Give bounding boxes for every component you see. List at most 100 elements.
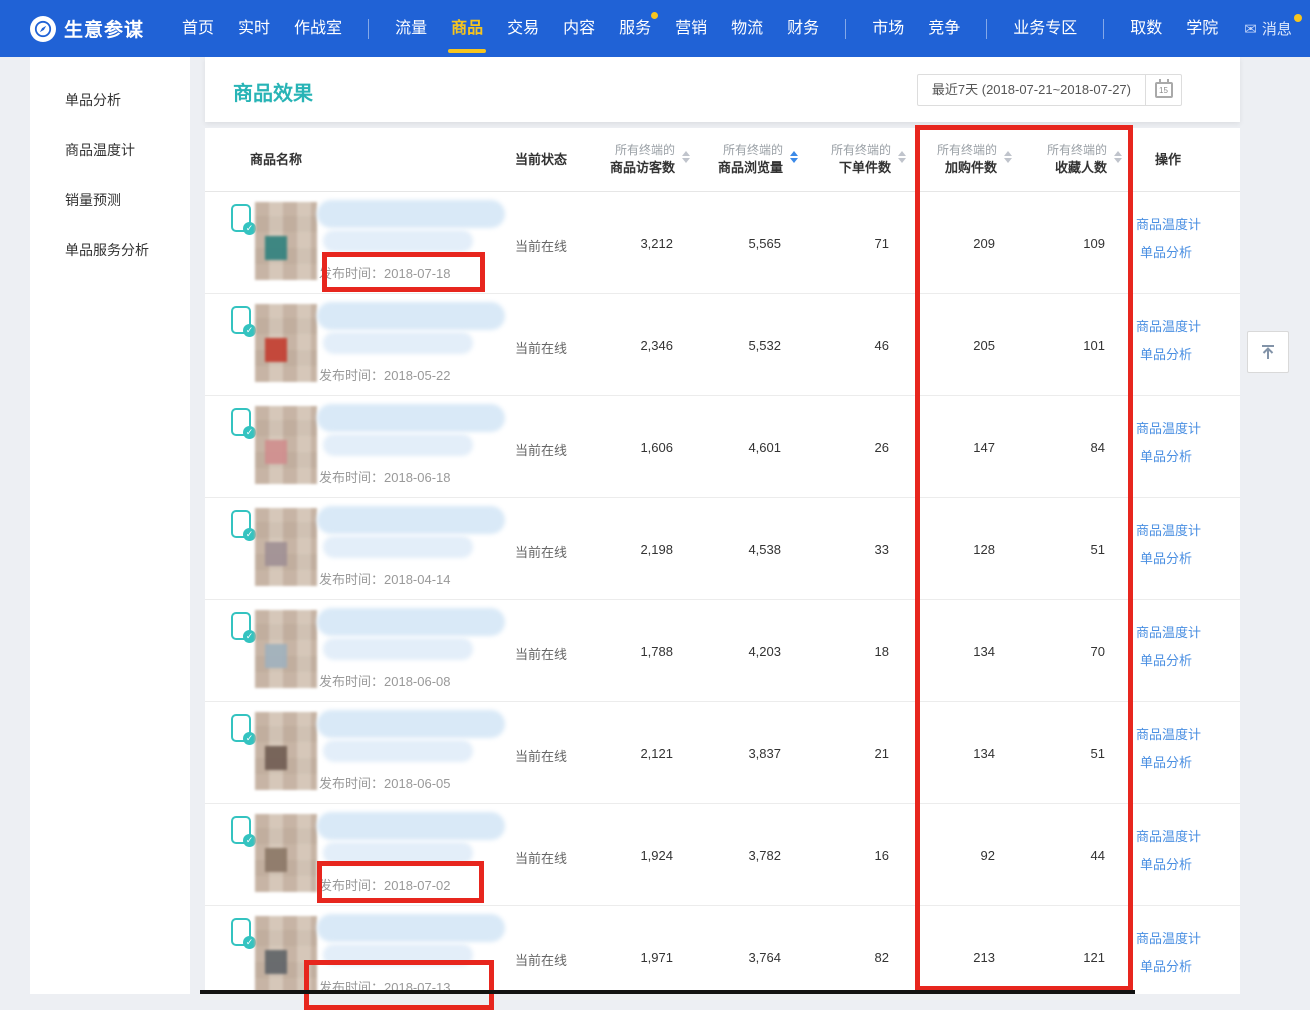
nav-divider — [845, 19, 846, 39]
product-name-blurred-line2 — [323, 230, 473, 252]
action-link-single-product-analysis[interactable]: 单品分析 — [1140, 650, 1192, 669]
product-name-blurred[interactable] — [317, 404, 505, 432]
nav-item[interactable]: 竞争 — [928, 0, 960, 57]
action-link-single-product-analysis[interactable]: 单品分析 — [1140, 752, 1192, 771]
publish-date: 发布时间：2018-07-02 — [319, 875, 451, 894]
sidebar-item-single-product-analysis[interactable]: 单品分析 — [30, 75, 190, 125]
action-link-product-thermometer[interactable]: 商品温度计 — [1136, 418, 1201, 437]
date-range-value: 最近7天 (2018-07-21~2018-07-27) — [918, 75, 1145, 105]
status-value: 当前在线 — [515, 644, 567, 663]
product-thumbnail-blurred[interactable] — [255, 814, 317, 892]
nav-item[interactable]: 商品 — [451, 0, 483, 57]
product-name-blurred[interactable] — [317, 506, 505, 534]
product-thumbnail-blurred[interactable] — [255, 508, 317, 586]
action-link-single-product-analysis[interactable]: 单品分析 — [1140, 446, 1192, 465]
sycm-logo-icon[interactable] — [30, 16, 56, 42]
col-header-page-views[interactable]: 所有终端的 商品浏览量 — [673, 141, 783, 177]
col-header-visitors[interactable]: 所有终端的 商品访客数 — [565, 141, 675, 177]
nav-item[interactable]: 市场 — [872, 0, 904, 57]
action-link-product-thermometer[interactable]: 商品温度计 — [1136, 724, 1201, 743]
product-name-blurred-line2 — [323, 536, 473, 558]
favorites-value: 109 — [1005, 236, 1105, 251]
date-range-picker[interactable]: 最近7天 (2018-07-21~2018-07-27) 15 — [917, 74, 1182, 106]
visitors-value: 2,198 — [573, 542, 673, 557]
envelope-icon: ✉ — [1244, 20, 1257, 38]
product-name-blurred[interactable] — [317, 812, 505, 840]
status-value: 当前在线 — [515, 848, 567, 867]
sidebar: 单品分析 商品温度计 销量预测 单品服务分析 — [30, 57, 190, 994]
col-header-actions: 操作 — [1155, 151, 1181, 169]
product-thumbnail-blurred[interactable] — [255, 610, 317, 688]
sidebar-item-product-thermometer[interactable]: 商品温度计 — [30, 125, 190, 175]
add-to-cart-value: 92 — [895, 848, 995, 863]
action-link-single-product-analysis[interactable]: 单品分析 — [1140, 854, 1192, 873]
orders-value: 16 — [789, 848, 889, 863]
action-link-product-thermometer[interactable]: 商品温度计 — [1136, 316, 1201, 335]
orders-value: 71 — [789, 236, 889, 251]
col-header-favorites[interactable]: 所有终端的 收藏人数 — [997, 141, 1107, 177]
nav-item[interactable]: 内容 — [563, 0, 595, 57]
table-row: ✓ 发布时间：2018-06-08 当前在线 1,788 4,203 18 13… — [205, 600, 1240, 702]
visitors-value: 1,971 — [573, 950, 673, 965]
nav-item-messages[interactable]: ✉ 消息 — [1244, 18, 1292, 39]
action-link-single-product-analysis[interactable]: 单品分析 — [1140, 242, 1192, 261]
col-header-orders[interactable]: 所有终端的 下单件数 — [781, 141, 891, 177]
calendar-button[interactable]: 15 — [1145, 75, 1181, 105]
sidebar-item-sales-forecast[interactable]: 销量预测 — [30, 175, 190, 225]
mobile-online-icon: ✓ — [231, 918, 251, 946]
page-views-value: 5,532 — [681, 338, 781, 353]
nav-item[interactable]: 业务专区 — [1013, 0, 1077, 57]
publish-date: 发布时间：2018-07-18 — [319, 263, 451, 282]
action-link-product-thermometer[interactable]: 商品温度计 — [1136, 928, 1201, 947]
orders-value: 26 — [789, 440, 889, 455]
action-link-single-product-analysis[interactable]: 单品分析 — [1140, 344, 1192, 363]
brand-title[interactable]: 生意参谋 — [64, 15, 144, 42]
mobile-online-icon: ✓ — [231, 510, 251, 538]
add-to-cart-value: 134 — [895, 746, 995, 761]
add-to-cart-value: 213 — [895, 950, 995, 965]
publish-date: 发布时间：2018-06-08 — [319, 671, 451, 690]
table-row: ✓ 发布时间：2018-07-13 当前在线 1,971 3,764 82 21… — [205, 906, 1240, 994]
nav-item[interactable]: 学院 — [1186, 0, 1218, 57]
favorites-value: 44 — [1005, 848, 1105, 863]
nav-item[interactable]: 物流 — [731, 0, 763, 57]
product-name-blurred[interactable] — [317, 608, 505, 636]
nav-item[interactable]: 流量 — [395, 0, 427, 57]
nav-item[interactable]: 营销 — [675, 0, 707, 57]
product-thumbnail-blurred[interactable] — [255, 712, 317, 790]
orders-value: 82 — [789, 950, 889, 965]
annotation-bottom-line — [200, 990, 1135, 994]
nav-item[interactable]: 实时 — [238, 0, 270, 57]
status-value: 当前在线 — [515, 542, 567, 561]
action-link-product-thermometer[interactable]: 商品温度计 — [1136, 826, 1201, 845]
nav-item[interactable]: 作战室 — [294, 0, 342, 57]
product-thumbnail-blurred[interactable] — [255, 202, 317, 280]
visitors-value: 2,121 — [573, 746, 673, 761]
nav-item[interactable]: 服务 — [619, 0, 651, 57]
favorites-value: 51 — [1005, 542, 1105, 557]
product-thumbnail-blurred[interactable] — [255, 916, 317, 994]
product-name-blurred[interactable] — [317, 914, 505, 942]
publish-date: 发布时间：2018-05-22 — [319, 365, 451, 384]
nav-item[interactable]: 交易 — [507, 0, 539, 57]
product-name-blurred[interactable] — [317, 200, 505, 228]
nav-item[interactable]: 取数 — [1130, 0, 1162, 57]
visitors-value: 1,924 — [573, 848, 673, 863]
status-value: 当前在线 — [515, 338, 567, 357]
product-thumbnail-blurred[interactable] — [255, 304, 317, 382]
action-link-product-thermometer[interactable]: 商品温度计 — [1136, 622, 1201, 641]
nav-item[interactable]: 首页 — [182, 0, 214, 57]
sort-icon[interactable] — [1114, 151, 1122, 163]
product-name-blurred[interactable] — [317, 710, 505, 738]
product-name-blurred-line2 — [323, 740, 473, 762]
back-to-top-button[interactable] — [1247, 331, 1289, 373]
action-link-single-product-analysis[interactable]: 单品分析 — [1140, 548, 1192, 567]
action-link-product-thermometer[interactable]: 商品温度计 — [1136, 520, 1201, 539]
col-header-add-to-cart[interactable]: 所有终端的 加购件数 — [887, 141, 997, 177]
action-link-product-thermometer[interactable]: 商品温度计 — [1136, 214, 1201, 233]
nav-item[interactable]: 财务 — [787, 0, 819, 57]
action-link-single-product-analysis[interactable]: 单品分析 — [1140, 956, 1192, 975]
product-thumbnail-blurred[interactable] — [255, 406, 317, 484]
product-name-blurred[interactable] — [317, 302, 505, 330]
sidebar-item-single-product-service-analysis[interactable]: 单品服务分析 — [30, 225, 190, 275]
